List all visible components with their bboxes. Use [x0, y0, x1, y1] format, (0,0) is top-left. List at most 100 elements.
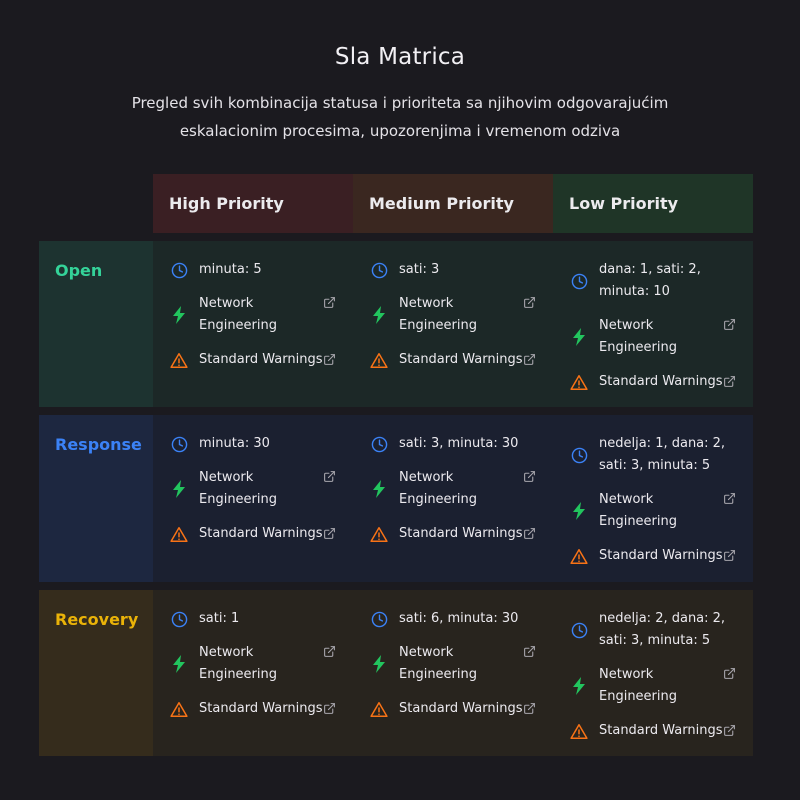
external-link-icon[interactable]	[323, 296, 337, 310]
external-link-icon[interactable]	[723, 492, 737, 506]
lightning-icon	[369, 654, 389, 674]
warnings-label[interactable]: Standard Warnings	[399, 349, 523, 371]
response-time: sati: 3, minuta: 30	[369, 433, 537, 455]
warnings-label[interactable]: Standard Warnings	[399, 523, 523, 545]
warning-icon	[569, 372, 589, 392]
external-link-icon[interactable]	[523, 353, 537, 367]
escalation-link[interactable]: Network Engineering	[169, 293, 337, 337]
external-link-icon[interactable]	[323, 470, 337, 484]
response-time-value: sati: 3	[399, 262, 440, 277]
external-link-icon[interactable]	[723, 549, 737, 563]
escalation-label[interactable]: Network Engineering	[399, 467, 523, 511]
response-time-value: minuta: 30	[199, 436, 270, 451]
warnings-link[interactable]: Standard Warnings	[169, 698, 337, 720]
clock-icon	[169, 260, 189, 280]
warning-icon	[369, 350, 389, 370]
external-link-icon[interactable]	[323, 353, 337, 367]
cell-response-medium: sati: 3, minuta: 30 Network Engineering …	[353, 415, 553, 582]
row-label-open: Open	[39, 241, 153, 407]
escalation-label[interactable]: Network Engineering	[199, 642, 323, 686]
cell-recovery-low: nedelja: 2, dana: 2, sati: 3, minuta: 5 …	[553, 590, 753, 756]
external-link-icon[interactable]	[723, 724, 737, 738]
escalation-link[interactable]: Network Engineering	[569, 315, 737, 359]
response-time-value: nedelja: 2, dana: 2, sati: 3, minuta: 5	[599, 611, 726, 648]
warnings-link[interactable]: Standard Warnings	[369, 523, 537, 545]
escalation-label[interactable]: Network Engineering	[399, 642, 523, 686]
response-time-value: nedelja: 1, dana: 2, sati: 3, minuta: 5	[599, 436, 726, 473]
lightning-icon	[169, 654, 189, 674]
escalation-label[interactable]: Network Engineering	[399, 293, 523, 337]
warnings-label[interactable]: Standard Warnings	[199, 523, 323, 545]
warnings-link[interactable]: Standard Warnings	[369, 349, 537, 371]
response-time-value: sati: 1	[199, 611, 240, 626]
response-time: nedelja: 1, dana: 2, sati: 3, minuta: 5	[569, 433, 737, 477]
warnings-label[interactable]: Standard Warnings	[599, 371, 723, 393]
cell-open-high: minuta: 5 Network Engineering Standard W…	[153, 241, 353, 407]
warnings-label[interactable]: Standard Warnings	[199, 698, 323, 720]
clock-icon	[569, 445, 589, 465]
lightning-icon	[369, 305, 389, 325]
escalation-label[interactable]: Network Engineering	[599, 664, 723, 708]
external-link-icon[interactable]	[323, 702, 337, 716]
response-time-value: sati: 3, minuta: 30	[399, 436, 519, 451]
escalation-link[interactable]: Network Engineering	[169, 642, 337, 686]
clock-icon	[369, 434, 389, 454]
cell-response-low: nedelja: 1, dana: 2, sati: 3, minuta: 5 …	[553, 415, 753, 582]
external-link-icon[interactable]	[523, 527, 537, 541]
response-time: sati: 1	[169, 608, 337, 630]
external-link-icon[interactable]	[523, 296, 537, 310]
lightning-icon	[569, 327, 589, 347]
clock-icon	[169, 434, 189, 454]
response-time-value: minuta: 5	[199, 262, 262, 277]
external-link-icon[interactable]	[323, 645, 337, 659]
cell-open-low: dana: 1, sati: 2, minuta: 10 Network Eng…	[553, 241, 753, 407]
external-link-icon[interactable]	[723, 318, 737, 332]
clock-icon	[569, 620, 589, 640]
warnings-link[interactable]: Standard Warnings	[569, 720, 737, 742]
clock-icon	[369, 609, 389, 629]
escalation-label[interactable]: Network Engineering	[199, 293, 323, 337]
escalation-link[interactable]: Network Engineering	[369, 293, 537, 337]
cell-recovery-medium: sati: 6, minuta: 30 Network Engineering …	[353, 590, 553, 756]
escalation-label[interactable]: Network Engineering	[199, 467, 323, 511]
escalation-link[interactable]: Network Engineering	[569, 489, 737, 533]
external-link-icon[interactable]	[323, 527, 337, 541]
cell-response-high: minuta: 30 Network Engineering Standard …	[153, 415, 353, 582]
warnings-label[interactable]: Standard Warnings	[399, 698, 523, 720]
warnings-link[interactable]: Standard Warnings	[569, 371, 737, 393]
escalation-label[interactable]: Network Engineering	[599, 315, 723, 359]
column-header-low: Low Priority	[553, 174, 753, 233]
external-link-icon[interactable]	[523, 702, 537, 716]
warning-icon	[569, 546, 589, 566]
warning-icon	[369, 699, 389, 719]
warnings-link[interactable]: Standard Warnings	[169, 523, 337, 545]
page-title: Sla Matrica	[334, 44, 466, 70]
escalation-label[interactable]: Network Engineering	[599, 489, 723, 533]
external-link-icon[interactable]	[523, 645, 537, 659]
warnings-link[interactable]: Standard Warnings	[569, 545, 737, 567]
escalation-link[interactable]: Network Engineering	[569, 664, 737, 708]
cell-recovery-high: sati: 1 Network Engineering Standard War…	[153, 590, 353, 756]
external-link-icon[interactable]	[723, 667, 737, 681]
external-link-icon[interactable]	[723, 375, 737, 389]
escalation-link[interactable]: Network Engineering	[369, 467, 537, 511]
warnings-label[interactable]: Standard Warnings	[599, 720, 723, 742]
lightning-icon	[369, 479, 389, 499]
clock-icon	[569, 271, 589, 291]
cell-open-medium: sati: 3 Network Engineering Standard War…	[353, 241, 553, 407]
row-label-response: Response	[39, 415, 153, 582]
column-header-medium: Medium Priority	[353, 174, 553, 233]
warning-icon	[169, 699, 189, 719]
escalation-link[interactable]: Network Engineering	[169, 467, 337, 511]
response-time-value: sati: 6, minuta: 30	[399, 611, 519, 626]
warnings-link[interactable]: Standard Warnings	[369, 698, 537, 720]
response-time: sati: 3	[369, 259, 537, 281]
response-time: minuta: 30	[169, 433, 337, 455]
warnings-label[interactable]: Standard Warnings	[599, 545, 723, 567]
escalation-link[interactable]: Network Engineering	[369, 642, 537, 686]
external-link-icon[interactable]	[523, 470, 537, 484]
warnings-link[interactable]: Standard Warnings	[169, 349, 337, 371]
column-header-high: High Priority	[153, 174, 353, 233]
warnings-label[interactable]: Standard Warnings	[199, 349, 323, 371]
warning-icon	[169, 524, 189, 544]
